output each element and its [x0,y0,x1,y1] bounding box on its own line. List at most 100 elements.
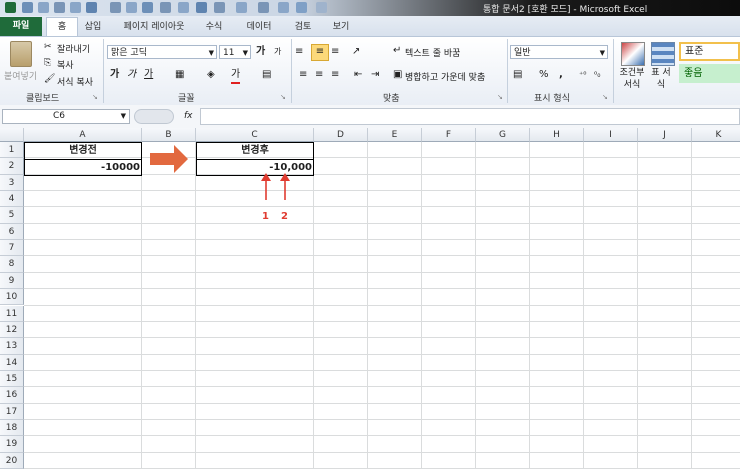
row-header-6[interactable]: 6 [0,223,24,241]
row-header-2[interactable]: 2 [0,158,24,175]
currency-icon[interactable]: ▤ [513,68,522,82]
column-header-g[interactable]: G [476,128,530,142]
comma-button[interactable]: , [559,68,563,82]
row-header-3[interactable]: 3 [0,174,24,192]
number-format-combo[interactable]: 일반 ▼ [510,45,608,59]
phonetic-icon[interactable]: ▤ [262,68,271,82]
redo-icon[interactable] [236,2,247,13]
row-header-1[interactable]: 1 [0,142,24,159]
worksheet-grid[interactable]: ABCDEFGHIJK 1 2 3 4 5 6 7 8 9 10 11 12 13 14 15 16 17 18 1… [0,128,740,469]
column-header-f[interactable]: F [422,128,476,142]
wrap-text-button[interactable]: 텍스트 줄 바꿈 [405,46,460,59]
copy-button[interactable]: 복사 [57,58,74,71]
row-header-20[interactable]: 20 [0,452,24,469]
print-preview-icon[interactable] [258,2,269,13]
column-header-j[interactable]: J [638,128,692,142]
column-header-d[interactable]: D [314,128,368,142]
wrap-text-icon[interactable]: ↵ [393,44,401,58]
cell-a1[interactable]: 변경전 [24,143,142,159]
row-header-16[interactable]: 16 [0,387,24,404]
format-table-button[interactable]: 표 서식 [650,67,672,91]
row-header-8[interactable]: 8 [0,256,24,273]
merge-center-button[interactable]: 병합하고 가운데 맞춤 [405,70,485,83]
font-name-combo[interactable]: 맑은 고딕 ▼ [107,45,217,59]
new-icon[interactable] [38,2,49,13]
cut-button[interactable]: 잘라내기 [57,42,90,55]
column-header-i[interactable]: I [584,128,638,142]
align-bottom-icon[interactable]: ≡ [331,45,339,59]
format-painter-button[interactable]: 서식 복사 [57,75,93,88]
filter-icon[interactable] [196,2,207,13]
column-header-c[interactable]: C [196,128,314,142]
tab-file[interactable]: 파일 [0,17,42,36]
format-painter-icon[interactable]: 🖌 [44,74,55,84]
customize-qat-icon[interactable] [316,2,327,13]
bold-button[interactable]: 가 [110,68,119,82]
row-header-10[interactable]: 10 [0,289,24,306]
tab-formulas[interactable]: 수식 [201,19,227,35]
fill-color-icon[interactable]: ◈ [207,68,215,82]
sort-icon[interactable] [126,2,137,13]
column-header-a[interactable]: A [24,128,142,142]
paste-button[interactable]: 붙여넣기 [4,69,37,82]
column-header-h[interactable]: H [530,128,584,142]
arrow-right-icon[interactable] [278,2,289,13]
italic-button[interactable]: 가 [127,68,136,82]
merge-icon[interactable]: ▣ [393,68,402,82]
arrow-green-icon[interactable] [296,2,307,13]
preview-icon[interactable] [110,2,121,13]
conditional-format-button[interactable]: 조건부 서식 [617,67,647,91]
style-good[interactable]: 좋음 [679,64,740,83]
align-top-icon[interactable]: ≡ [295,45,303,59]
row-header-12[interactable]: 12 [0,321,24,339]
row-header-4[interactable]: 4 [0,191,24,208]
paste-icon[interactable] [10,41,32,67]
table-icon[interactable] [160,2,171,13]
row-header-15[interactable]: 15 [0,370,24,388]
align-right-icon[interactable]: ≡ [331,68,339,82]
underline-button[interactable]: 가 [144,68,153,82]
tab-data[interactable]: 데이터 [240,19,278,35]
tab-page-layout[interactable]: 페이지 레이아웃 [118,19,190,35]
align-center-icon[interactable]: ≡ [315,68,323,82]
alignment-launcher-icon[interactable]: ↘ [497,93,503,101]
save-icon[interactable] [22,2,33,13]
grow-font-button[interactable]: 가 [256,45,265,59]
font-color-button[interactable]: 가 [231,68,241,84]
paste-icon[interactable] [70,2,81,13]
decrease-indent-icon[interactable]: ⇤ [354,68,362,82]
scissors-icon[interactable]: ✂ [44,42,52,52]
format-table-icon[interactable] [651,42,675,66]
tab-home[interactable]: 홈 [46,17,78,37]
row-header-14[interactable]: 14 [0,354,24,371]
shrink-font-button[interactable]: 가 [274,45,281,59]
row-header-9[interactable]: 9 [0,272,24,290]
tab-view[interactable]: 보기 [328,19,354,35]
font-launcher-icon[interactable]: ↘ [280,93,286,101]
select-all-corner[interactable] [0,128,24,142]
font-size-combo[interactable]: 11 ▼ [219,45,251,59]
undo-icon[interactable] [214,2,225,13]
borders-icon[interactable]: ▦ [175,68,184,82]
orientation-icon[interactable]: ↗ [352,45,360,59]
spelling-icon[interactable] [86,2,97,13]
column-header-b[interactable]: B [142,128,196,142]
column-header-k[interactable]: K [692,128,740,142]
conditional-format-icon[interactable] [621,42,645,66]
row-header-18[interactable]: 18 [0,419,24,437]
clipboard-launcher-icon[interactable]: ↘ [92,93,98,101]
chart-icon[interactable] [178,2,189,13]
style-normal[interactable]: 표준 [679,42,740,61]
cell-a2[interactable]: -10000 [24,160,142,176]
number-launcher-icon[interactable]: ↘ [602,93,608,101]
tab-insert[interactable]: 삽입 [80,19,106,35]
row-header-19[interactable]: 19 [0,436,24,453]
increase-indent-icon[interactable]: ⇥ [371,68,379,82]
increase-decimal-icon[interactable]: ⁺⁰ [579,68,586,82]
row-header-5[interactable]: 5 [0,207,24,224]
percent-button[interactable]: % [539,68,549,82]
formula-input[interactable] [200,108,740,125]
row-header-11[interactable]: 11 [0,305,24,322]
column-header-e[interactable]: E [368,128,422,142]
row-header-17[interactable]: 17 [0,403,24,420]
